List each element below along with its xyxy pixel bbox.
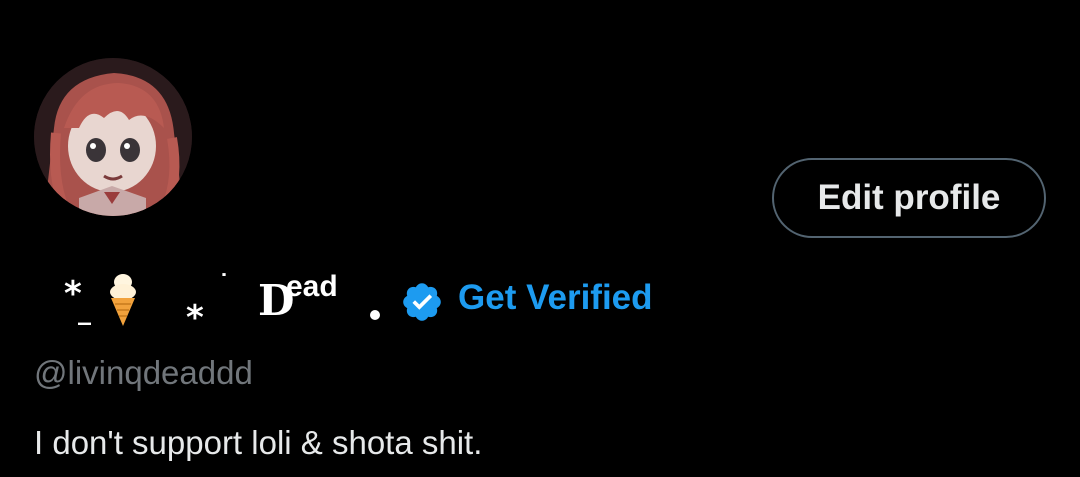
profile-header: Edit profile * _ * ˙ D ead Get Verified … — [0, 0, 1080, 477]
decor-star: * — [186, 298, 204, 338]
decor-dot — [370, 310, 380, 320]
avatar[interactable] — [34, 58, 192, 216]
decor-dot: ˙ — [218, 270, 230, 298]
name-text: ead — [286, 270, 338, 303]
decor-underscore: _ — [78, 296, 91, 326]
ice-cream-icon — [108, 268, 138, 333]
edit-profile-button[interactable]: Edit profile — [772, 158, 1046, 238]
display-name: * _ * ˙ D ead Get Verified — [58, 262, 698, 338]
user-handle: @livinqdeaddd — [34, 354, 253, 391]
verified-badge-icon[interactable] — [400, 280, 444, 329]
get-verified-link[interactable]: Get Verified — [458, 278, 653, 318]
user-bio: I don't support loli & shota shit. — [34, 424, 483, 461]
